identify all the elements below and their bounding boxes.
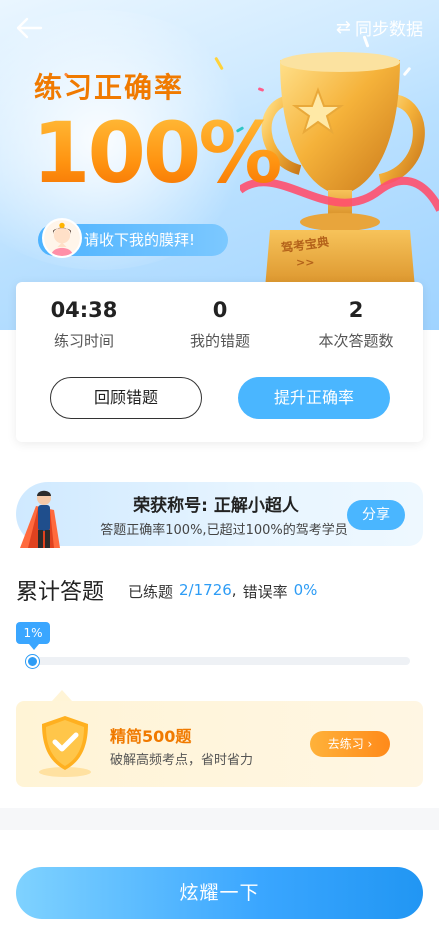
answer-count-value: 2 bbox=[348, 298, 364, 322]
stat-my-errors: 0 我的错题 bbox=[152, 296, 288, 351]
accuracy-title: 练习正确率 bbox=[34, 71, 185, 104]
my-errors-value: 0 bbox=[212, 298, 228, 322]
sync-data-button[interactable]: ⇄ 同步数据 bbox=[336, 15, 423, 40]
review-errors-button[interactable]: 回顾错题 bbox=[50, 377, 202, 419]
hero-banner: 驾考宝典 >> ⇄ 同步数据 练习正确率 100% 请收下我的膜拜! bbox=[0, 0, 439, 330]
bow-message-text: 请收下我的膜拜! bbox=[84, 231, 196, 249]
superhero-icon bbox=[20, 490, 60, 548]
share-button[interactable]: 分享 bbox=[347, 500, 405, 530]
error-rate-label: 错误率 bbox=[242, 583, 288, 601]
promo-pointer bbox=[52, 690, 72, 701]
improve-accuracy-button[interactable]: 提升正确率 bbox=[238, 377, 390, 419]
practice-time-label: 练习时间 bbox=[53, 332, 114, 350]
accuracy-rate: 100% bbox=[32, 104, 283, 202]
sync-data-label: 同步数据 bbox=[355, 20, 423, 40]
honor-description: 答题正确率100%,已超过100%的驾考学员 bbox=[100, 523, 348, 538]
promo-title: 精简500题 bbox=[110, 727, 192, 746]
stat-answer-count: 2 本次答题数 bbox=[288, 296, 424, 351]
answer-count-label: 本次答题数 bbox=[318, 332, 394, 350]
progress-track bbox=[28, 657, 410, 665]
done-label: 已练题 bbox=[128, 583, 174, 601]
my-errors-label: 我的错题 bbox=[189, 332, 250, 350]
done-value: 2/1726 bbox=[179, 581, 232, 599]
progress-percent-tag: 1% bbox=[16, 622, 50, 650]
show-off-button[interactable]: 炫耀一下 bbox=[16, 867, 423, 919]
bowing-girl-avatar bbox=[42, 218, 82, 258]
stats-card: 04:38 练习时间 0 我的错题 2 本次答题数 回顾错题 提升正确率 bbox=[16, 282, 423, 442]
go-practice-button[interactable]: 去练习 › bbox=[310, 731, 390, 757]
cumulative-summary: 已练题 2/1726 , 错误率 0% bbox=[128, 581, 317, 602]
back-arrow-icon[interactable] bbox=[14, 14, 44, 42]
stat-practice-time: 04:38 练习时间 bbox=[16, 296, 152, 351]
swap-arrows-icon: ⇄ bbox=[335, 16, 351, 38]
trophy-plate-arrows: >> bbox=[296, 256, 315, 269]
practice-time-value: 04:38 bbox=[50, 298, 118, 322]
section-divider bbox=[0, 808, 439, 830]
summary-separator: , bbox=[231, 581, 237, 599]
promo-description: 破解高频考点，省时省力 bbox=[110, 753, 254, 768]
error-rate-value: 0% bbox=[293, 581, 318, 599]
cumulative-title: 累计答题 bbox=[16, 580, 105, 605]
shield-check-icon bbox=[39, 716, 91, 777]
progress-dot bbox=[26, 655, 39, 668]
honor-title: 荣获称号: 正解小超人 bbox=[133, 496, 299, 516]
